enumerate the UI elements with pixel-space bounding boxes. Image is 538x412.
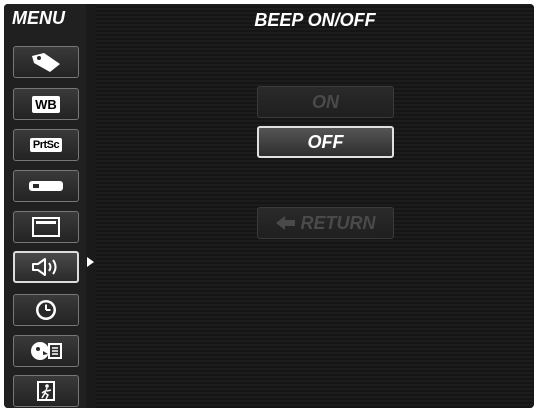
language-button[interactable] — [13, 335, 79, 367]
tag-icon — [32, 53, 60, 72]
display-icon — [32, 217, 60, 237]
menu-title: MENU — [12, 8, 65, 28]
on-option-button[interactable]: ON — [257, 86, 394, 118]
main-panel: BEEP ON/OFF ON OFF RETURN — [96, 4, 534, 408]
off-option-label: OFF — [307, 131, 344, 152]
selection-arrow-icon — [87, 257, 94, 267]
usb-drive-icon — [29, 181, 63, 191]
exit-button[interactable] — [13, 375, 79, 407]
clock-button[interactable] — [13, 294, 79, 326]
sidebar: MENU WB PrtSc — [4, 4, 86, 408]
back-arrow-icon — [275, 216, 295, 230]
exit-icon — [37, 381, 55, 401]
sound-button[interactable] — [13, 251, 79, 283]
white-balance-button[interactable]: WB — [13, 88, 79, 120]
off-option-button[interactable]: OFF — [257, 126, 394, 158]
tag-button[interactable] — [13, 46, 79, 78]
clock-icon — [36, 300, 56, 320]
page-title: BEEP ON/OFF — [254, 10, 376, 30]
language-icon — [31, 342, 62, 360]
return-button[interactable]: RETURN — [257, 207, 394, 239]
wb-icon: WB — [32, 95, 60, 113]
prtsc-icon: PrtSc — [29, 138, 63, 152]
usb-storage-button[interactable] — [13, 170, 79, 202]
print-screen-button[interactable]: PrtSc — [13, 129, 79, 161]
on-option-label: ON — [312, 91, 339, 112]
display-button[interactable] — [13, 211, 79, 243]
screen: MENU WB PrtSc BEEP ON/OFF ON OFF RETURN — [4, 4, 534, 408]
return-label: RETURN — [300, 212, 376, 233]
speaker-icon — [32, 258, 57, 276]
